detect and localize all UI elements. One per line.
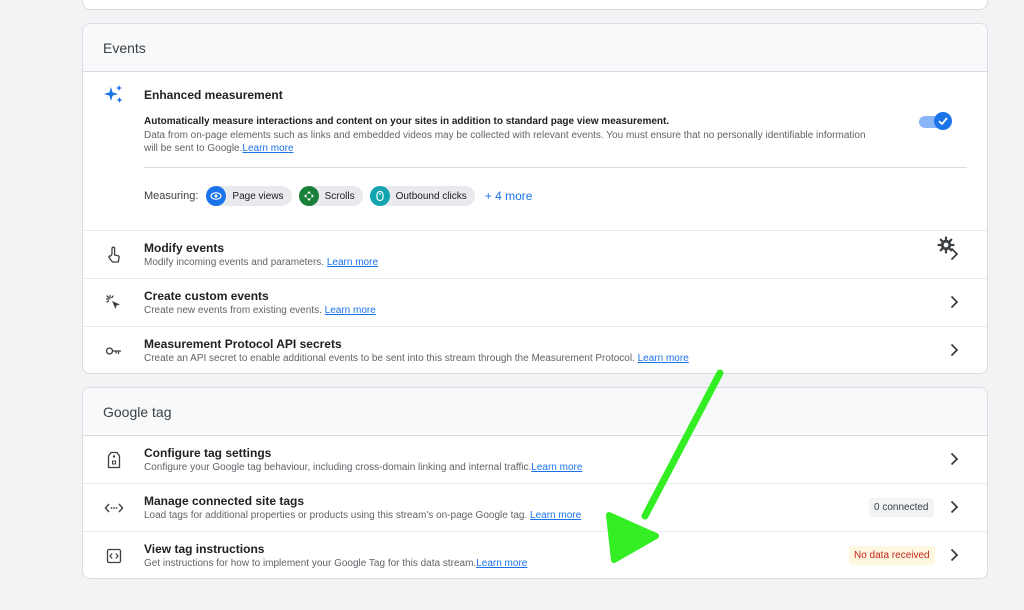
measurement-protocol-title: Measurement Protocol API secrets: [144, 337, 342, 351]
measuring-row: Measuring: Page views Scrolls Outbound c…: [144, 186, 532, 206]
measuring-label: Measuring:: [144, 190, 199, 202]
modify-events-title: Modify events: [144, 241, 225, 255]
enhanced-desc-line3-text: will be sent to Google.: [144, 143, 243, 154]
previous-card-edge: [82, 0, 988, 10]
create-custom-events-row[interactable]: Create custom events Create new events f…: [83, 278, 987, 326]
events-header: Events: [83, 24, 987, 72]
configure-tag-settings-desc-text: Configure your Google tag behaviour, inc…: [144, 462, 532, 473]
create-custom-events-desc-text: Create new events from existing events.: [144, 305, 322, 316]
view-tag-instructions-row[interactable]: View tag instructions Get instructions f…: [83, 531, 987, 578]
scroll-icon: [298, 186, 319, 206]
click-sparkle-icon: [103, 292, 125, 314]
configure-tag-settings-title: Configure tag settings: [144, 446, 272, 460]
chevron-right-icon[interactable]: [947, 452, 961, 466]
tag-icon: [103, 449, 125, 471]
enhanced-measurement-title: Enhanced measurement: [144, 88, 283, 102]
chevron-right-icon[interactable]: [947, 343, 961, 357]
create-custom-events-title: Create custom events: [144, 289, 269, 303]
google-tag-header: Google tag: [83, 388, 987, 436]
mouse-icon: [369, 186, 390, 206]
enhanced-measurement-toggle[interactable]: [919, 112, 952, 130]
enhanced-desc-line2: Data from on-page elements such as links…: [144, 130, 866, 141]
chevron-right-icon[interactable]: [947, 548, 961, 562]
toggle-knob: [934, 112, 952, 130]
chevron-right-icon[interactable]: [947, 295, 961, 309]
measurement-protocol-desc-text: Create an API secret to enable additiona…: [144, 353, 635, 364]
chip-scrolls-label: Scrolls: [324, 190, 355, 202]
eye-icon: [206, 186, 227, 206]
chip-page-views: Page views: [206, 186, 292, 206]
google-tag-card: Google tag Configure tag settings Config…: [82, 387, 988, 579]
enhanced-desc-line1: Automatically measure interactions and c…: [144, 116, 670, 127]
create-custom-events-learn-more[interactable]: Learn more: [325, 305, 376, 316]
modify-events-learn-more[interactable]: Learn more: [327, 257, 378, 268]
key-icon: [103, 340, 125, 362]
view-tag-instructions-title: View tag instructions: [144, 542, 265, 556]
touch-icon: [103, 244, 125, 266]
configure-tag-settings-row[interactable]: Configure tag settings Configure your Go…: [83, 436, 987, 483]
modify-events-desc-text: Modify incoming events and parameters.: [144, 257, 325, 268]
create-custom-events-desc: Create new events from existing events. …: [144, 305, 376, 316]
modify-events-desc: Modify incoming events and parameters. L…: [144, 257, 378, 268]
configure-tag-settings-learn-more[interactable]: Learn more: [531, 462, 582, 473]
configure-tag-settings-desc: Configure your Google tag behaviour, inc…: [144, 462, 582, 473]
check-icon: [938, 117, 948, 126]
chip-scrolls: Scrolls: [298, 186, 363, 206]
code-file-icon: [103, 545, 125, 567]
events-card: Events Enhanced measurement Automaticall…: [82, 23, 988, 374]
manage-connected-site-tags-desc-text: Load tags for additional properties or p…: [144, 510, 528, 521]
view-tag-instructions-learn-more[interactable]: Learn more: [476, 558, 527, 569]
chip-page-views-label: Page views: [232, 190, 284, 202]
manage-connected-site-tags-desc: Load tags for additional properties or p…: [144, 510, 581, 521]
more-measurements-link[interactable]: + 4 more: [485, 189, 533, 203]
measurement-protocol-row[interactable]: Measurement Protocol API secrets Create …: [83, 326, 987, 373]
view-tag-instructions-desc: Get instructions for how to implement yo…: [144, 558, 527, 569]
modify-events-row[interactable]: Modify events Modify incoming events and…: [83, 230, 987, 278]
manage-connected-site-tags-learn-more[interactable]: Learn more: [530, 510, 581, 521]
no-data-received-badge: No data received: [849, 546, 935, 565]
connected-count-badge: 0 connected: [869, 498, 934, 517]
measurement-protocol-learn-more[interactable]: Learn more: [638, 353, 689, 364]
chevron-right-icon[interactable]: [947, 500, 961, 514]
chip-outbound-clicks-label: Outbound clicks: [395, 190, 467, 202]
chip-outbound-clicks: Outbound clicks: [369, 186, 475, 206]
enhanced-learn-more-link[interactable]: Learn more: [242, 143, 293, 154]
manage-connected-site-tags-title: Manage connected site tags: [144, 494, 305, 508]
view-tag-instructions-desc-text: Get instructions for how to implement yo…: [144, 558, 477, 569]
enhanced-measurement-section: Enhanced measurement Automatically measu…: [83, 72, 987, 254]
chevron-right-icon[interactable]: [947, 247, 961, 261]
code-connect-icon: [103, 497, 125, 519]
sparkle-icon: [103, 84, 125, 106]
manage-connected-site-tags-row[interactable]: Manage connected site tags Load tags for…: [83, 483, 987, 531]
measurement-protocol-desc: Create an API secret to enable additiona…: [144, 353, 689, 364]
divider: [144, 167, 967, 168]
enhanced-desc-line3: will be sent to Google.Learn more: [144, 143, 294, 154]
